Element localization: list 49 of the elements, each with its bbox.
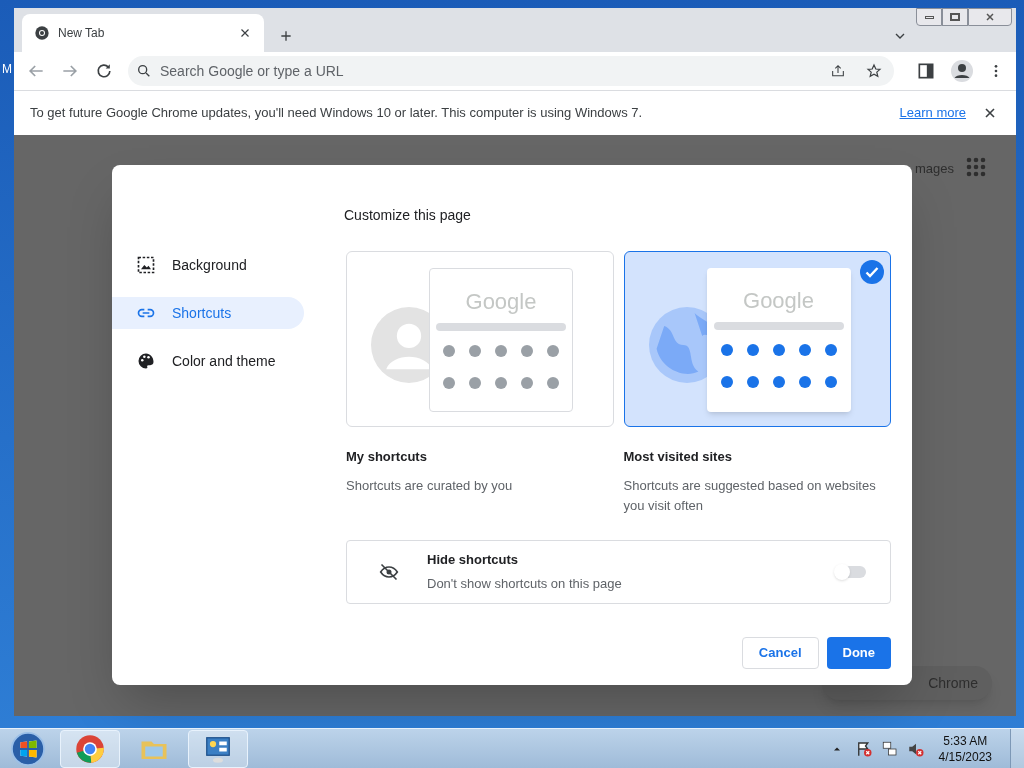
show-desktop-button[interactable] [1010,728,1024,768]
clock-time: 5:33 AM [943,732,988,749]
browser-tab[interactable]: New Tab [22,14,264,52]
network-icon[interactable] [880,739,899,758]
new-tab-icon[interactable] [278,28,294,44]
logo-text: Google [743,290,814,312]
search-icon [136,63,152,79]
done-button[interactable]: Done [826,637,891,669]
close-window-button[interactable] [968,8,1012,26]
address-placeholder: Search Google or type a URL [160,61,345,81]
option-description: Shortcuts are suggested based on websites you visit often [623,476,877,515]
image-icon [136,255,156,275]
taskbar-chrome-button[interactable] [60,729,120,768]
toggle-description: Don't show shortcuts on this page [427,575,623,593]
check-circle-icon [860,260,884,284]
chrome-logo-icon [75,733,105,764]
option-title: My shortcuts [346,448,428,466]
start-button[interactable] [8,729,48,768]
close-icon [984,11,996,23]
profile-icon[interactable] [950,59,974,83]
reload-icon[interactable] [94,61,114,81]
tab-title: New Tab [58,25,106,42]
sidebar-item[interactable]: Shortcuts [112,297,304,329]
eye-off-icon [379,561,399,582]
clock-date: 4/15/2023 [938,748,992,765]
info-message: To get future Google Chrome updates, you'll need Windows 10 or later. This computer is using Windows 7. [30,104,644,123]
logo-text: Google [465,291,537,313]
restore-button[interactable] [942,8,968,26]
address-bar[interactable]: Search Google or type a URL [128,56,894,86]
toggle-switch[interactable] [834,562,868,581]
sidebar-item[interactable]: Color and theme [112,345,304,377]
option-description: Shortcuts are curated by you [346,476,514,495]
share-icon[interactable] [830,63,846,79]
learn-more-link[interactable]: Learn more [899,103,966,123]
side-panel-icon[interactable] [916,61,936,81]
apps-grid-icon[interactable] [966,157,986,177]
minimize-button[interactable] [916,8,942,26]
palette-icon [136,351,156,371]
clock[interactable]: 5:33 AM 4/15/2023 [938,732,992,765]
sidebar-item[interactable]: Background [112,249,304,281]
toggle-title: Hide shortcuts [427,550,519,569]
dialog-title: Customize this page [344,206,472,225]
option-title: Most visited sites [623,448,733,466]
bookmark-star-icon[interactable] [866,63,882,79]
cancel-button[interactable]: Cancel [741,637,819,669]
taskbar-control-panel-button[interactable] [188,729,248,768]
chrome-logo-icon [34,25,50,41]
desktop-icon-label: M [2,61,12,78]
header-link[interactable]: mages [914,159,954,179]
